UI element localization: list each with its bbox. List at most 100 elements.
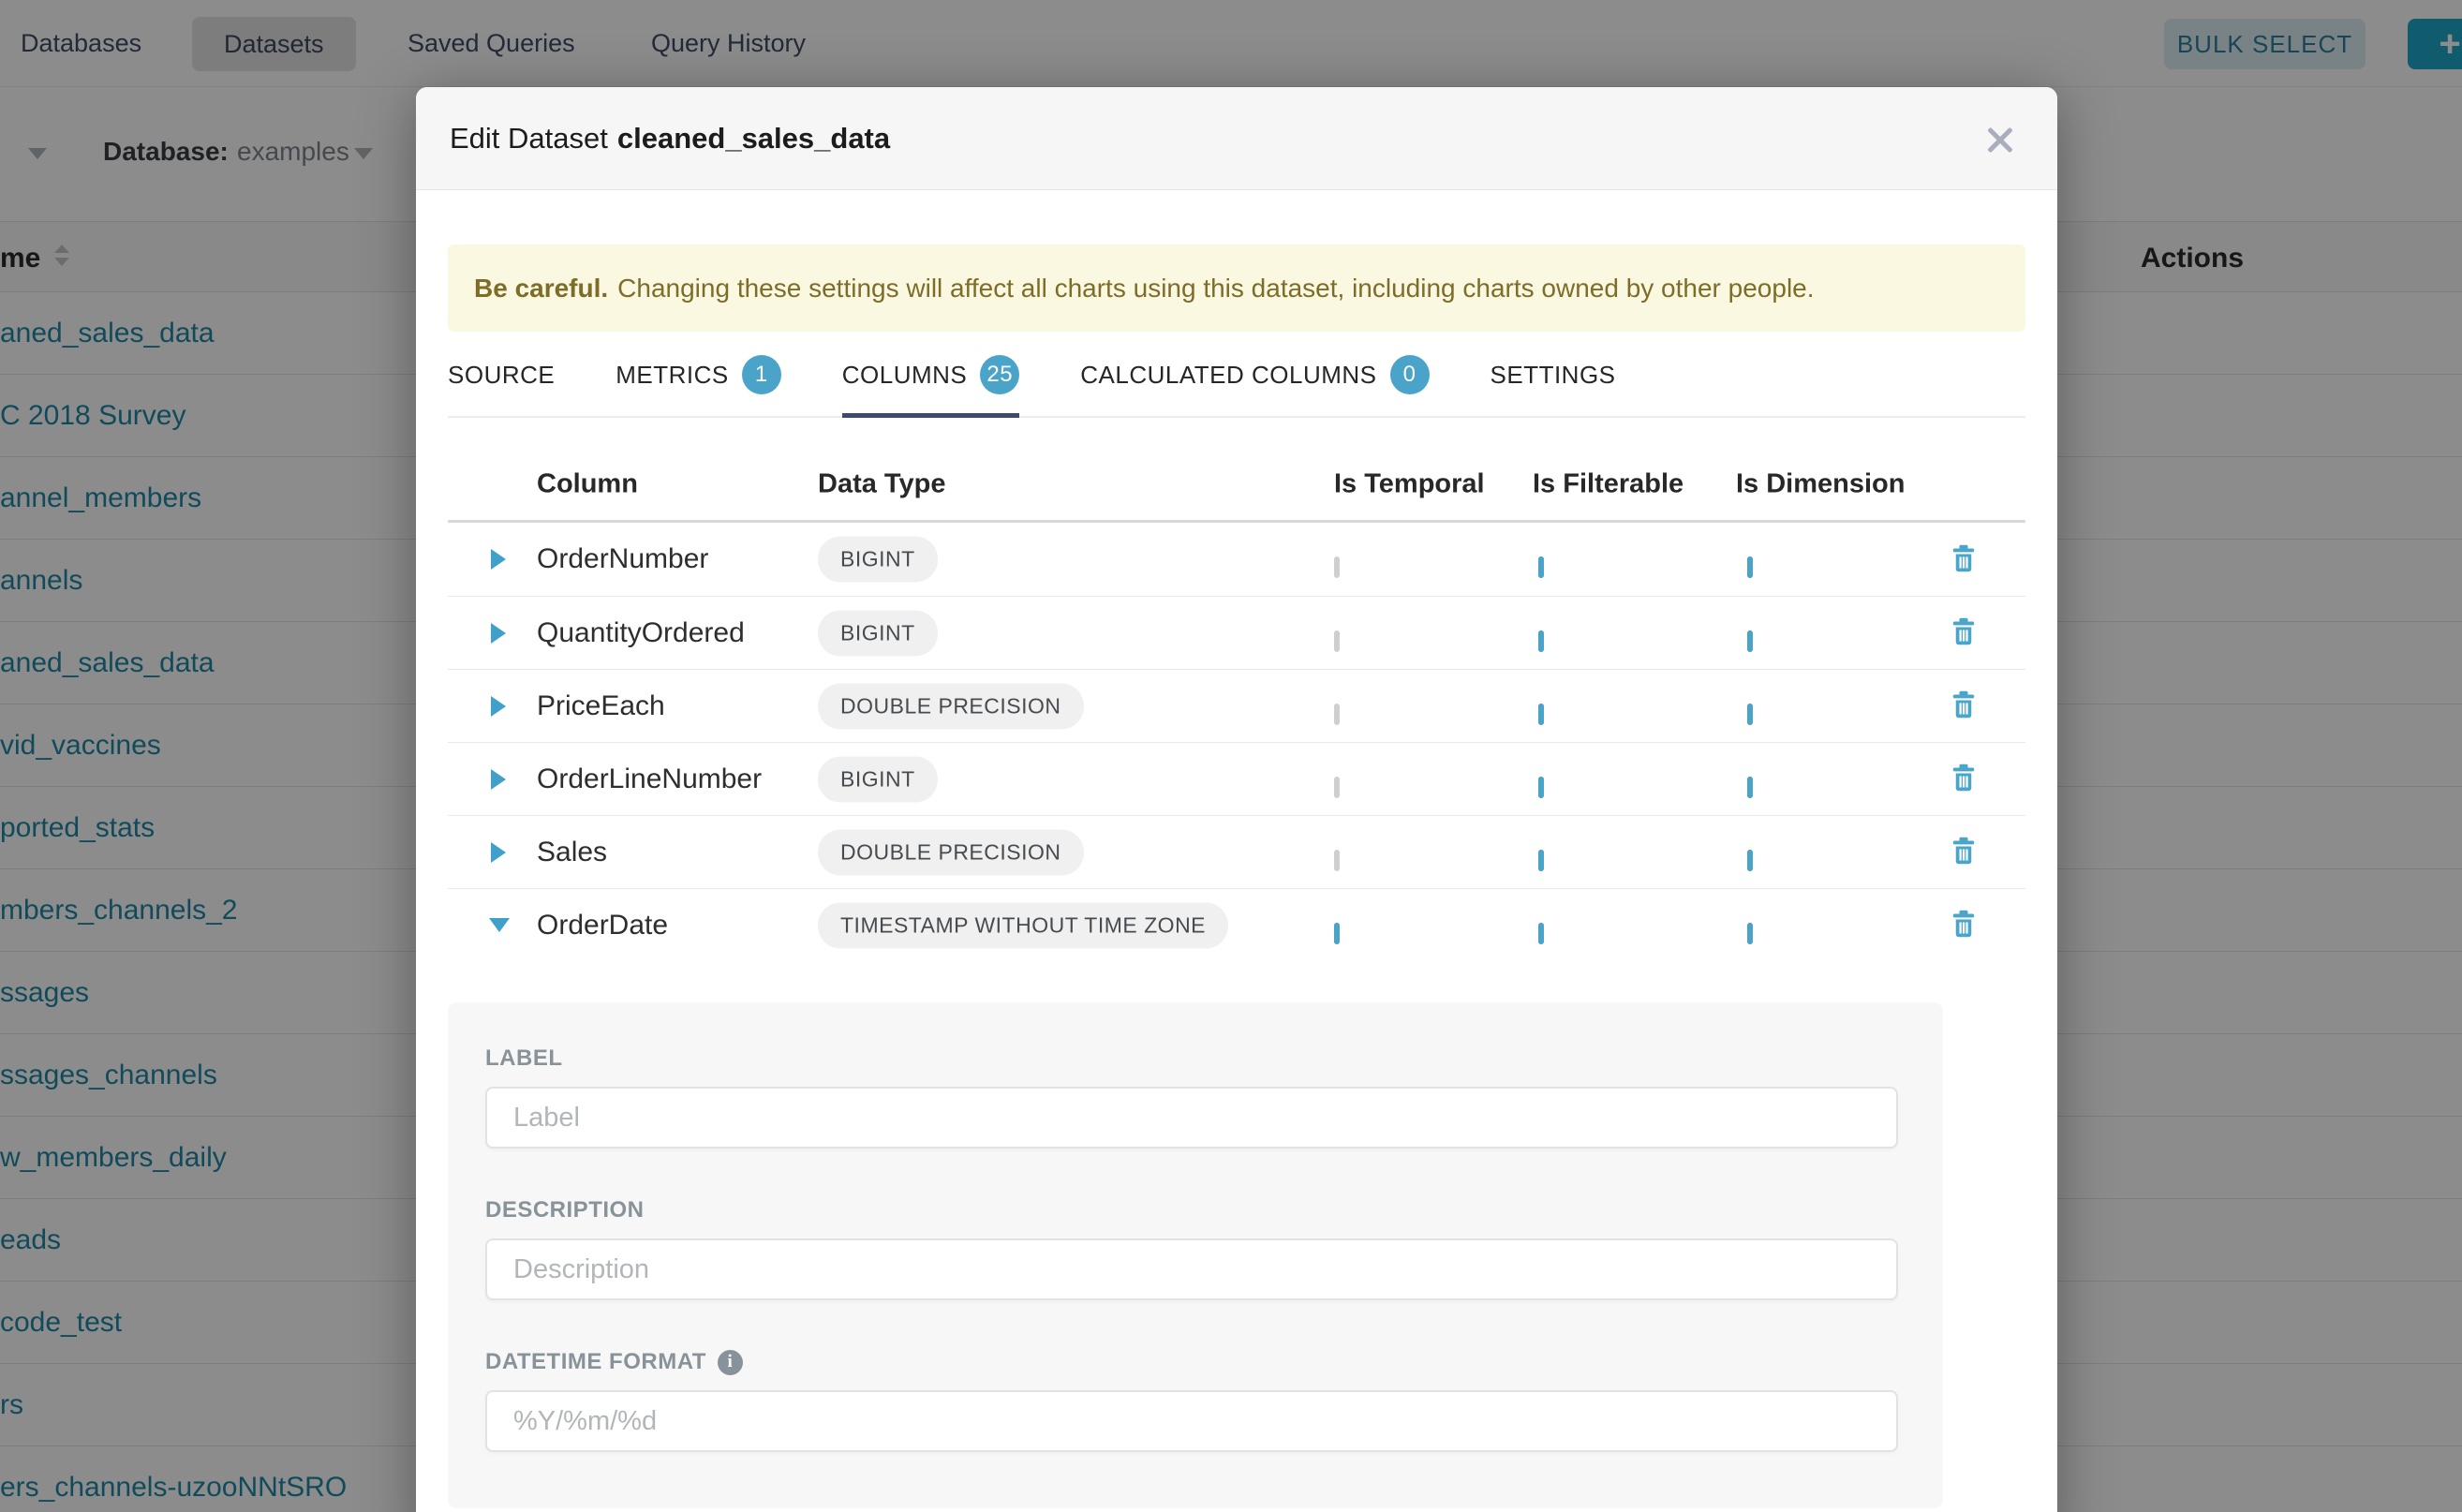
tab-calculated-columns[interactable]: CALCULATED COLUMNS 0 xyxy=(1080,354,1429,395)
field-label-text: LABEL xyxy=(485,1045,563,1072)
delete-column-icon[interactable] xyxy=(1945,541,1982,578)
trash-icon xyxy=(1947,761,1980,794)
trash-icon xyxy=(1947,834,1980,867)
tab-settings[interactable]: SETTINGS xyxy=(1491,354,1616,395)
datetime-format-input[interactable] xyxy=(485,1390,1898,1452)
datetime-format-field-group: DATETIME FORMAT xyxy=(485,1349,1906,1452)
is-temporal-checkbox[interactable] xyxy=(1334,923,1340,944)
collapse-caret-icon[interactable] xyxy=(489,914,512,937)
expand-caret-icon[interactable] xyxy=(489,695,512,718)
is-temporal-checkbox[interactable] xyxy=(1334,704,1340,725)
label-input[interactable] xyxy=(485,1087,1898,1149)
datetime-format-field-label: DATETIME FORMAT xyxy=(485,1349,1906,1375)
is-temporal-checkbox[interactable] xyxy=(1334,777,1340,798)
is-dimension-checkbox[interactable] xyxy=(1747,923,1753,944)
trash-icon xyxy=(1947,615,1980,648)
data-type-pill: BIGINT xyxy=(818,756,938,802)
modal-title-prefix: Edit Dataset xyxy=(450,122,608,155)
is-filterable-header: Is Filterable xyxy=(1533,468,1683,499)
data-type-pill: DOUBLE PRECISION xyxy=(818,683,1084,729)
delete-column-icon[interactable] xyxy=(1945,761,1982,798)
data-type-cell: BIGINT xyxy=(818,756,938,802)
tab-label: CALCULATED COLUMNS xyxy=(1080,361,1376,390)
tab-count-badge: 0 xyxy=(1390,355,1430,394)
column-name: OrderDate xyxy=(537,910,668,941)
is-dimension-checkbox[interactable] xyxy=(1747,777,1753,798)
label-field-label: LABEL xyxy=(485,1045,1906,1072)
warning-banner-bold: Be careful. xyxy=(474,274,608,304)
is-dimension-checkbox[interactable] xyxy=(1747,556,1753,578)
is-filterable-checkbox[interactable] xyxy=(1538,556,1544,578)
column-detail-panel: LABEL DESCRIPTION DATETIME FORMAT xyxy=(448,1002,1943,1508)
trash-icon xyxy=(1947,541,1980,575)
column-row: PriceEach DOUBLE PRECISION xyxy=(448,669,2025,742)
data-type-cell: DOUBLE PRECISION xyxy=(818,829,1084,875)
close-icon[interactable] xyxy=(1982,122,2018,157)
warning-banner: Be careful. Changing these settings will… xyxy=(448,245,2025,332)
description-field-label: DESCRIPTION xyxy=(485,1197,1906,1223)
trash-icon xyxy=(1947,907,1980,941)
tab-count-badge: 25 xyxy=(980,355,1019,394)
data-type-cell: DOUBLE PRECISION xyxy=(818,683,1084,729)
data-type-cell: TIMESTAMP WITHOUT TIME ZONE xyxy=(818,902,1228,948)
column-row: Sales DOUBLE PRECISION xyxy=(448,815,2025,888)
data-type-cell: BIGINT xyxy=(818,610,938,656)
is-filterable-checkbox[interactable] xyxy=(1538,630,1544,652)
tab-count-badge: 1 xyxy=(742,355,781,394)
is-temporal-checkbox[interactable] xyxy=(1334,850,1340,871)
warning-banner-text: Changing these settings will affect all … xyxy=(617,274,1814,304)
column-name: OrderLineNumber xyxy=(537,763,762,795)
column-name: OrderNumber xyxy=(537,543,708,575)
expand-caret-icon[interactable] xyxy=(489,548,512,571)
tab-metrics[interactable]: METRICS 1 xyxy=(616,354,781,395)
column-name: PriceEach xyxy=(537,690,665,722)
columns-table-header: Column Data Type Is Temporal Is Filterab… xyxy=(448,448,2025,523)
trash-icon xyxy=(1947,688,1980,721)
modal-header: Edit Dataset cleaned_sales_data xyxy=(416,87,2057,190)
expand-caret-icon[interactable] xyxy=(489,768,512,791)
modal-title-dataset-name: cleaned_sales_data xyxy=(617,122,890,155)
field-label-text: DESCRIPTION xyxy=(485,1197,645,1223)
column-name: QuantityOrdered xyxy=(537,617,745,649)
delete-column-icon[interactable] xyxy=(1945,834,1982,871)
is-filterable-checkbox[interactable] xyxy=(1538,777,1544,798)
data-type-pill: BIGINT xyxy=(818,537,938,583)
is-dimension-checkbox[interactable] xyxy=(1747,704,1753,725)
info-icon[interactable] xyxy=(718,1350,743,1375)
columns-table-body: OrderNumber BIGINT QuantityOrdered BIGIN… xyxy=(448,523,2025,961)
tab-label: SOURCE xyxy=(448,361,555,390)
is-filterable-checkbox[interactable] xyxy=(1538,704,1544,725)
is-filterable-checkbox[interactable] xyxy=(1538,850,1544,871)
column-name: Sales xyxy=(537,837,607,868)
is-temporal-checkbox[interactable] xyxy=(1334,630,1340,652)
expand-caret-icon[interactable] xyxy=(489,841,512,864)
is-temporal-checkbox[interactable] xyxy=(1334,556,1340,578)
tab-source[interactable]: SOURCE xyxy=(448,354,555,395)
is-temporal-header: Is Temporal xyxy=(1334,468,1485,499)
field-label-text: DATETIME FORMAT xyxy=(485,1349,706,1375)
column-header: Column xyxy=(537,468,638,499)
is-dimension-checkbox[interactable] xyxy=(1747,850,1753,871)
description-input[interactable] xyxy=(485,1238,1898,1300)
column-row: OrderLineNumber BIGINT xyxy=(448,742,2025,815)
modal-tabs: SOURCE METRICS 1 COLUMNS 25 CALCULATED C… xyxy=(448,332,2025,418)
is-dimension-header: Is Dimension xyxy=(1736,468,1906,499)
tab-columns[interactable]: COLUMNS 25 xyxy=(842,354,1020,395)
data-type-pill: BIGINT xyxy=(818,610,938,656)
description-field-group: DESCRIPTION xyxy=(485,1197,1906,1300)
data-type-pill: DOUBLE PRECISION xyxy=(818,829,1084,875)
delete-column-icon[interactable] xyxy=(1945,615,1982,652)
is-filterable-checkbox[interactable] xyxy=(1538,923,1544,944)
data-type-header: Data Type xyxy=(818,468,945,499)
label-field-group: LABEL xyxy=(485,1045,1906,1149)
data-type-pill: TIMESTAMP WITHOUT TIME ZONE xyxy=(818,902,1228,948)
tab-label: COLUMNS xyxy=(842,361,968,390)
tab-label: METRICS xyxy=(616,361,729,390)
column-row: OrderNumber BIGINT xyxy=(448,523,2025,596)
delete-column-icon[interactable] xyxy=(1945,688,1982,725)
expand-caret-icon[interactable] xyxy=(489,622,512,645)
is-dimension-checkbox[interactable] xyxy=(1747,630,1753,652)
data-type-cell: BIGINT xyxy=(818,537,938,583)
delete-column-icon[interactable] xyxy=(1945,907,1982,944)
edit-dataset-modal: Edit Dataset cleaned_sales_data Be carefu… xyxy=(416,87,2057,1512)
